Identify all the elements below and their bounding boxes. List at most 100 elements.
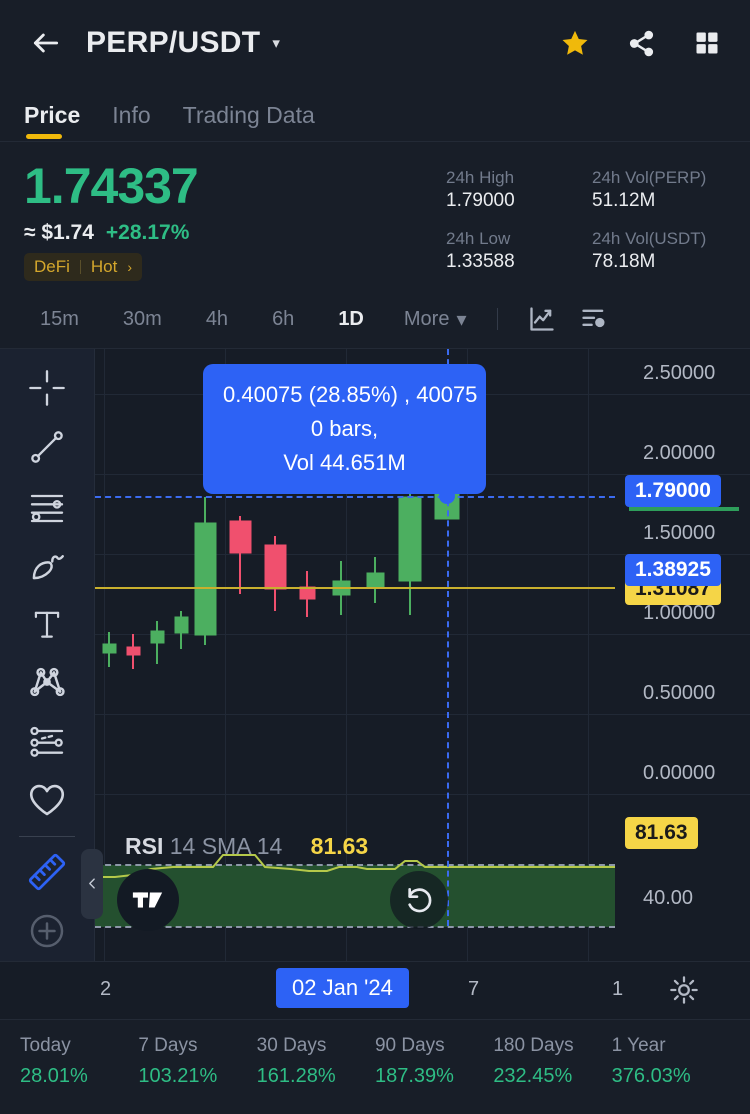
axis-tick: 2.50000 <box>643 362 715 385</box>
tab-info[interactable]: Info <box>112 102 150 141</box>
undo-button[interactable] <box>390 871 448 929</box>
stat-value: 51.12M <box>592 190 720 212</box>
price-axis[interactable]: 0.00000 0.50000 1.00000 1.50000 2.00000 … <box>615 349 750 961</box>
app-header: PERP/USDT ▾ <box>0 0 750 86</box>
chart-area[interactable]: 0.40075 (28.85%) , 40075 0 bars, Vol 44.… <box>0 349 750 961</box>
axis-tick: 1.50000 <box>643 522 715 545</box>
rsi-sma-period: 14 <box>257 833 283 859</box>
indicator-settings-icon[interactable] <box>574 302 614 336</box>
chevron-down-icon: ▾ <box>456 307 466 332</box>
date-label-active: 02 Jan '24 <box>276 968 409 1008</box>
axis-tick: 0.00000 <box>643 762 715 785</box>
date-label: 1 <box>612 978 623 1001</box>
rsi-name: RSI <box>125 833 163 859</box>
ruler-measure-icon[interactable] <box>17 843 77 902</box>
grid-menu-icon[interactable] <box>692 28 722 58</box>
stat-value: 1.33588 <box>446 251 574 273</box>
price-change-percent: +28.17% <box>106 221 190 245</box>
header-actions <box>560 28 726 58</box>
stat-value: 78.18M <box>592 251 720 273</box>
stat-label: 24h Vol(USDT) <box>592 229 720 249</box>
timeframe-4h[interactable]: 4h <box>184 308 250 331</box>
stat-label: 24h Low <box>446 229 574 249</box>
timeframe-more-label: More <box>404 308 450 331</box>
perf-1-year: 1 Year 376.03% <box>612 1035 730 1088</box>
favorites-heart-icon[interactable] <box>17 771 77 830</box>
stat-label: 24h Vol(PERP) <box>592 168 720 188</box>
price-subrow: ≈ $1.74 +28.17% <box>24 221 198 245</box>
timeframe-30m[interactable]: 30m <box>101 308 184 331</box>
rsi-axis-low: 40.00 <box>643 887 693 910</box>
pair-title: PERP/USDT <box>86 26 260 60</box>
tab-trading-data[interactable]: Trading Data <box>183 102 315 141</box>
timeframe-6h[interactable]: 6h <box>250 308 316 331</box>
market-stats: 24h High 1.79000 24h Vol(PERP) 51.12M 24… <box>446 160 726 281</box>
star-icon[interactable] <box>560 28 590 58</box>
timeframe-more-button[interactable]: More ▾ <box>386 307 485 332</box>
rsi-value: 81.63 <box>311 833 369 859</box>
tag-badges[interactable]: DeFi Hot › <box>24 253 142 281</box>
axis-tick: 1.00000 <box>643 602 715 625</box>
tooltip-volume: Vol 44.651M <box>223 446 466 480</box>
stat-label: 24h High <box>446 168 574 188</box>
toolbar-separator <box>19 836 75 837</box>
add-tool-icon[interactable] <box>17 902 77 961</box>
perf-30-days: 30 Days 161.28% <box>257 1035 375 1088</box>
perf-label: Today <box>20 1035 138 1057</box>
stat-24h-vol-usdt: 24h Vol(USDT) 78.18M <box>592 229 720 280</box>
crosshair-vertical-line-rsi <box>447 841 449 926</box>
price-tag-underline <box>629 507 739 511</box>
chevron-right-icon: › <box>127 259 132 275</box>
crosshair-icon[interactable] <box>17 359 77 418</box>
section-tabs: Price Info Trading Data <box>0 86 750 142</box>
rsi-period: 14 <box>170 833 196 859</box>
brush-icon[interactable] <box>17 535 77 594</box>
perf-7-days: 7 Days 103.21% <box>138 1035 256 1088</box>
timeframe-15m[interactable]: 15m <box>18 308 101 331</box>
time-axis[interactable]: 2 02 Jan '24 7 1 <box>0 961 750 1019</box>
price-summary: 1.74337 ≈ $1.74 +28.17% DeFi Hot › 24h H… <box>0 142 750 291</box>
tooltip-change: 0.40075 (28.85%) , 40075 <box>223 378 466 412</box>
collapse-chevron-icon[interactable] <box>81 849 103 919</box>
text-tool-icon[interactable] <box>17 594 77 653</box>
fib-retracement-icon[interactable] <box>17 476 77 535</box>
perf-value: 376.03% <box>612 1065 730 1088</box>
stat-value: 1.79000 <box>446 190 574 212</box>
measure-baseline <box>95 587 615 589</box>
stat-24h-low: 24h Low 1.33588 <box>446 229 574 280</box>
axis-tick: 0.50000 <box>643 682 715 705</box>
tooltip-bars: 0 bars, <box>223 412 466 446</box>
toolbar-divider <box>497 308 498 330</box>
badge-defi: DeFi <box>34 257 70 277</box>
stat-24h-vol-perp: 24h Vol(PERP) 51.12M <box>592 168 720 219</box>
perf-value: 28.01% <box>20 1065 138 1088</box>
perf-today: Today 28.01% <box>20 1035 138 1088</box>
share-icon[interactable] <box>626 28 656 58</box>
timeframe-1d[interactable]: 1D <box>316 308 386 331</box>
pair-dropdown-caret[interactable]: ▾ <box>272 34 280 52</box>
date-label-partial: 2 <box>100 978 111 1001</box>
back-button[interactable] <box>24 21 68 65</box>
trend-line-icon[interactable] <box>17 417 77 476</box>
perf-90-days: 90 Days 187.39% <box>375 1035 493 1088</box>
perf-label: 7 Days <box>138 1035 256 1057</box>
price-left: 1.74337 ≈ $1.74 +28.17% DeFi Hot › <box>24 160 198 281</box>
rsi-legend[interactable]: RSI 14 SMA 14 81.63 <box>125 833 368 860</box>
gear-icon[interactable] <box>668 974 700 1011</box>
price-tag-high: 1.79000 <box>625 475 721 507</box>
date-label: 7 <box>468 978 479 1001</box>
rsi-value-tag: 81.63 <box>625 817 698 849</box>
line-chart-icon[interactable] <box>522 302 562 336</box>
perf-180-days: 180 Days 232.45% <box>493 1035 611 1088</box>
tradingview-logo-icon <box>117 869 179 931</box>
axis-tick: 2.00000 <box>643 442 715 465</box>
tab-price[interactable]: Price <box>24 102 80 141</box>
perf-label: 180 Days <box>493 1035 611 1057</box>
price-usd-approx: ≈ $1.74 <box>24 221 94 245</box>
elliott-wave-icon[interactable] <box>17 653 77 712</box>
last-price: 1.74337 <box>24 160 198 213</box>
trading-app-screen: PERP/USDT ▾ Price <box>0 0 750 1114</box>
price-pane: 0.40075 (28.85%) , 40075 0 bars, Vol 44.… <box>95 349 615 839</box>
perf-label: 1 Year <box>612 1035 730 1057</box>
forecast-icon[interactable] <box>17 712 77 771</box>
